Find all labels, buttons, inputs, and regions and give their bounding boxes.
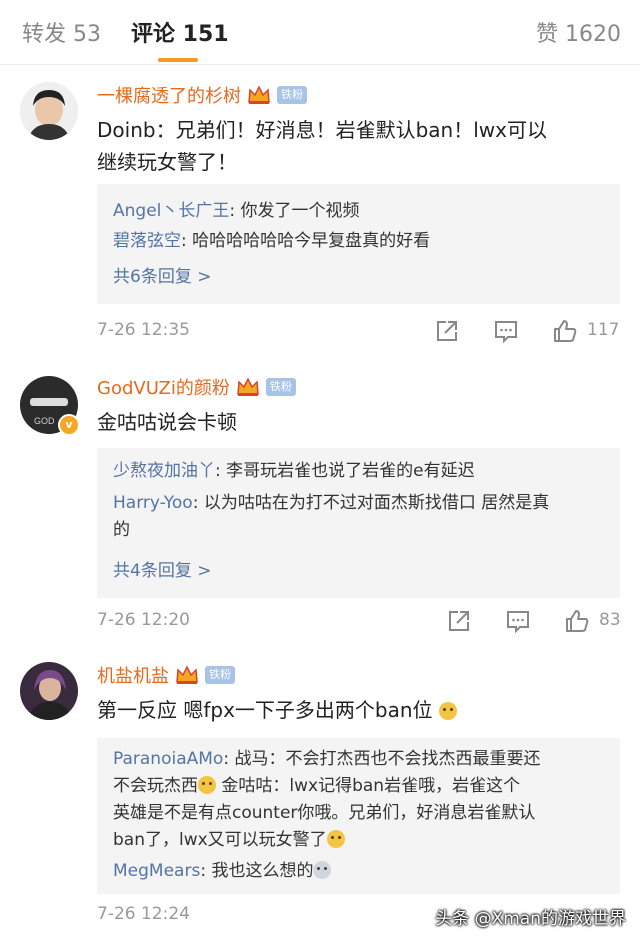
more-replies-link[interactable]: 共6条回复 > xyxy=(113,262,211,287)
share-icon[interactable] xyxy=(446,608,472,634)
comment-date: 7-26 12:20 xyxy=(97,610,190,630)
reply-item: 少熬夜加油丫: 李哥玩岩雀也说了岩雀的e有延迟 xyxy=(113,461,475,481)
comment-date: 7-26 12:35 xyxy=(97,320,190,340)
comment-text: 金咕咕说会卡顿 xyxy=(97,410,237,434)
comment-text: 第一反应 嗯fpx一下子多出两个ban位 xyxy=(97,694,617,726)
comment-meta: 7-26 12:35 117 xyxy=(97,318,620,346)
doge-emoji-icon xyxy=(326,830,345,848)
watermark: 头条 @Xman的游戏世界 xyxy=(435,909,626,929)
verified-badge-icon: v xyxy=(58,414,80,436)
like-icon[interactable] xyxy=(552,318,578,344)
more-replies-link[interactable]: 共4条回复 > xyxy=(113,556,211,581)
reply-box[interactable]: 少熬夜加油丫: 李哥玩岩雀也说了岩雀的e有延迟 Harry-Yoo: 以为咕咕在… xyxy=(97,448,620,598)
like-count: 83 xyxy=(599,610,621,630)
reply-item: ParanoiaAMo: 战马：不会打杰西也不会找杰西最重要还 不会玩杰西 金咕… xyxy=(113,749,541,850)
tab-bar: 转发 53 评论 151 赞 1620 xyxy=(0,0,640,65)
username[interactable]: 一棵腐透了的杉树 xyxy=(97,82,241,108)
reply-item: Harry-Yoo: 以为咕咕在为打不过对面杰斯找借口 居然是真的 xyxy=(113,493,550,540)
reply-item: 碧落弦空: 哈哈哈哈哈哈今早复盘真的好看 xyxy=(113,231,431,251)
comment-item: GOD v GodVUZi的颜粉 铁粉 金咕咕说会卡顿 少熬夜加油丫: 李哥玩岩… xyxy=(0,356,640,646)
avatar[interactable] xyxy=(20,662,78,720)
fan-badge: 铁粉 xyxy=(205,666,235,684)
tab-reposts[interactable]: 转发 53 xyxy=(22,16,101,48)
doge-emoji-icon xyxy=(198,776,216,794)
share-icon[interactable] xyxy=(434,318,460,344)
svg-text:GOD: GOD xyxy=(34,416,55,426)
reply-item: Angel丶长广王: 你发了一个视频 xyxy=(113,201,360,221)
fan-badge: 铁粉 xyxy=(265,378,296,396)
doge-emoji-icon xyxy=(438,702,457,720)
fan-badge: 铁粉 xyxy=(277,86,307,104)
tab-comments[interactable]: 评论 151 xyxy=(131,16,229,48)
active-tab-indicator xyxy=(158,58,198,62)
comment-text: Doinb：兄弟们！好消息！岩雀默认ban！lwx可以 继续玩女警了！ xyxy=(97,118,547,174)
comment-item: 机盐机盐 铁粉 第一反应 嗯fpx一下子多出两个ban位 ParanoiaAMo… xyxy=(0,646,640,937)
reply-box[interactable]: ParanoiaAMo: 战马：不会打杰西也不会找杰西最重要还 不会玩杰西 金咕… xyxy=(97,738,620,894)
comment-item: 一棵腐透了的杉树 铁粉 Doinb：兄弟们！好消息！岩雀默认ban！lwx可以 … xyxy=(0,66,640,356)
comment-icon[interactable] xyxy=(493,318,519,344)
avatar[interactable] xyxy=(20,82,78,140)
username[interactable]: GodVUZi的颜粉 xyxy=(97,374,230,400)
crown-icon xyxy=(248,85,270,104)
like-icon[interactable] xyxy=(564,608,590,634)
reply-box[interactable]: Angel丶长广王: 你发了一个视频 碧落弦空: 哈哈哈哈哈哈今早复盘真的好看 … xyxy=(97,184,620,304)
reply-item: MegMears: 我也这么想的 xyxy=(113,858,603,885)
crown-icon xyxy=(237,377,259,396)
username[interactable]: 机盐机盐 xyxy=(97,662,169,688)
comment-meta: 7-26 12:20 83 xyxy=(97,608,621,636)
tab-likes[interactable]: 赞 1620 xyxy=(536,16,621,48)
like-count: 117 xyxy=(587,320,620,340)
crown-icon xyxy=(176,665,198,684)
comment-date: 7-26 12:24 xyxy=(97,904,190,924)
scared-emoji-icon xyxy=(313,861,332,879)
comment-icon[interactable] xyxy=(505,608,531,634)
